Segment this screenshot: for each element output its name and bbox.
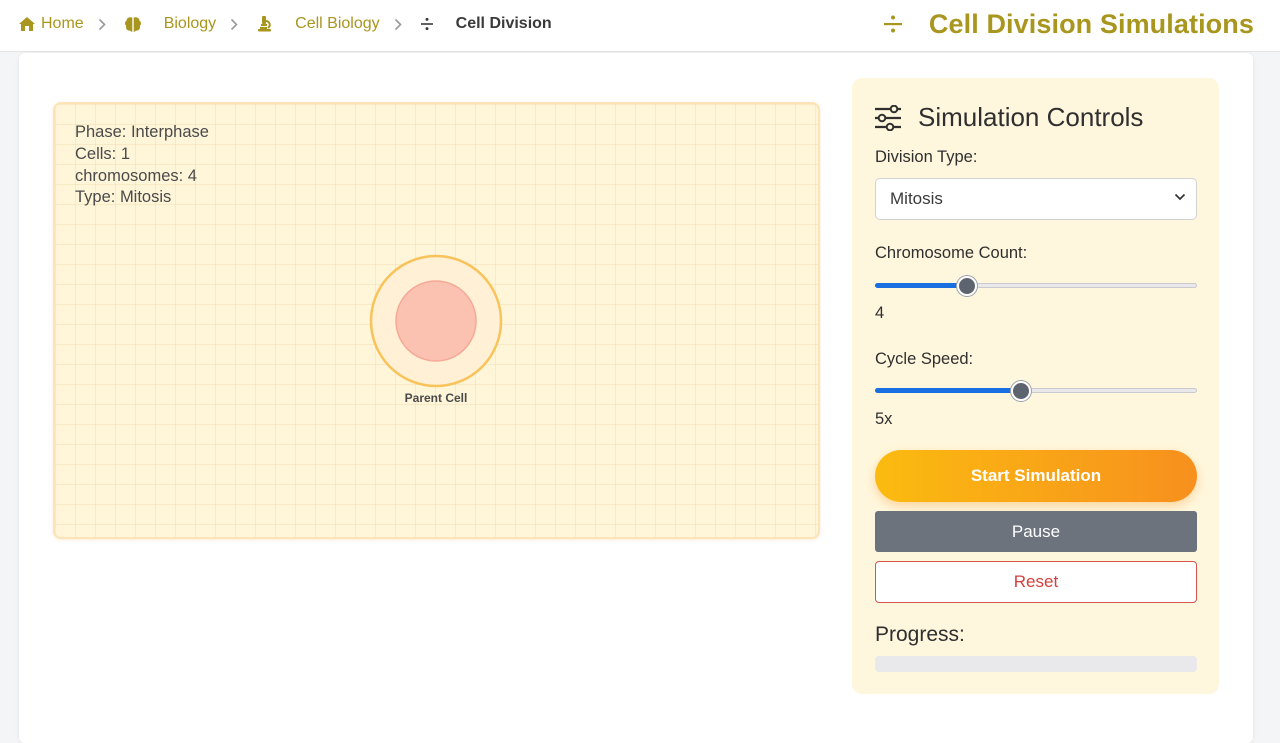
slider-thumb[interactable] [956,276,977,296]
top-bar: Home Biology Cell Biology Cell Division … [0,0,1280,52]
chevron-right-icon [230,18,238,31]
breadcrumb-current: Cell Division [420,15,552,33]
chromosome-count-slider[interactable] [875,276,1197,296]
cell-label: Parent Cell [404,391,468,405]
breadcrumb-biology-label: Biology [163,15,217,32]
breadcrumb-biology-link[interactable]: Biology [124,15,216,33]
cell-nucleus [395,280,477,362]
brain-icon [124,16,142,33]
controls-title-text: Simulation Controls [918,102,1144,132]
progress-label: Progress: [875,623,965,646]
chevron-down-icon [1174,193,1186,201]
chevron-right-icon [394,18,402,31]
division-type-select[interactable]: Mitosis [875,178,1197,220]
simulation-canvas[interactable]: Phase: Interphase Cells: 1 chromosomes: … [53,102,820,539]
controls-title: Simulation Controls [874,102,1143,133]
chromosome-count-label: Chromosome Count: [875,244,1028,262]
cycle-speed-value: 5x [875,410,893,428]
breadcrumb-home-link[interactable]: Home [18,15,84,33]
divide-icon [883,14,903,34]
division-type-label: Division Type: [875,148,978,166]
parent-cell [369,254,503,388]
breadcrumb-cell-biology-link[interactable]: Cell Biology [256,15,380,33]
slider-thumb[interactable] [1010,381,1031,401]
chromosome-count-value: 4 [875,304,885,322]
breadcrumb-cell-biology-label: Cell Biology [295,15,380,32]
page-title: Cell Division Simulations [928,8,1254,39]
pause-button[interactable]: Pause [875,511,1197,552]
breadcrumb-home-label: Home [41,15,84,32]
divide-icon [420,17,434,31]
slider-fill [875,388,1021,393]
sliders-icon [874,104,902,131]
microscope-icon [256,15,273,33]
home-icon [18,16,36,32]
cycle-speed-label: Cycle Speed: [875,350,974,368]
brand: Cell Division Simulations [883,0,1254,48]
cycle-speed-slider[interactable] [875,381,1197,401]
reset-button[interactable]: Reset [875,561,1197,603]
progress-bar [875,656,1197,672]
start-simulation-button[interactable]: Start Simulation [875,450,1197,502]
simulation-controls-panel: Simulation Controls Division Type: Mitos… [852,78,1219,694]
division-type-value: Mitosis [890,189,943,208]
breadcrumb: Home Biology Cell Biology Cell Division [18,0,552,48]
chevron-right-icon [98,18,106,31]
breadcrumb-current-label: Cell Division [455,15,552,32]
slider-fill [875,283,967,288]
